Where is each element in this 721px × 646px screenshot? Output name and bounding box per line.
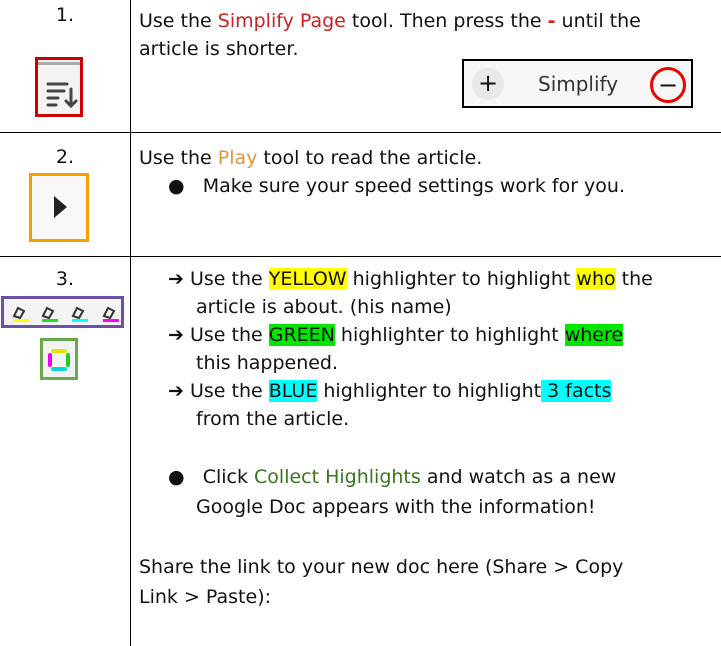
simplify-page-tool-name: Simplify Page (217, 10, 346, 32)
plus-button[interactable]: + (472, 68, 504, 100)
yellow-instruction-line2: article is about. (his name) (196, 296, 452, 318)
step-2-text: Use the Play tool to read the article. (139, 147, 483, 169)
yellow-instruction: ➔ Use the YELLOW highlighter to highligh… (168, 268, 653, 290)
simplify-widget: + Simplify − (462, 59, 693, 108)
yellow-highlighter-icon (12, 306, 29, 322)
row-divider (0, 132, 721, 133)
highlighter-toolbar (1, 296, 124, 328)
green-instruction: ➔ Use the GREEN highlighter to highlight… (168, 324, 624, 346)
pink-highlighter-icon (102, 306, 119, 322)
step-1-text: Use the Simplify Page tool. Then press t… (139, 10, 641, 32)
step-2-bullet: ● Make sure your speed settings work for… (168, 175, 625, 197)
step-1-text-line2: article is shorter. (139, 38, 299, 60)
play-tool-name: Play (217, 147, 258, 169)
blue-highlighter-icon (71, 306, 88, 322)
simplify-label: Simplify (538, 72, 619, 96)
collect-bullet: ● Click Collect Highlights and watch as … (168, 466, 617, 488)
collect-highlights-name: Collect Highlights (254, 466, 421, 488)
play-icon (29, 173, 89, 242)
simplify-page-icon (35, 57, 83, 117)
green-instruction-line2: this happened. (196, 352, 339, 374)
step-number: 2. (55, 146, 75, 168)
minus-button[interactable]: − (650, 67, 686, 103)
blue-instruction: ➔ Use the BLUE highlighter to highlight … (168, 380, 612, 402)
collect-highlights-icon[interactable] (40, 338, 78, 380)
share-text: Share the link to your new doc here (Sha… (139, 556, 624, 578)
column-divider (130, 0, 131, 646)
step-number: 3. (55, 268, 75, 290)
blue-instruction-line2: from the article. (196, 408, 350, 430)
row-divider (0, 256, 721, 257)
share-text-line2: Link > Paste): (139, 586, 272, 608)
step-number: 1. (55, 4, 75, 26)
collect-bullet-line2: Google Doc appears with the information! (196, 496, 596, 518)
green-highlighter-icon (41, 306, 58, 322)
